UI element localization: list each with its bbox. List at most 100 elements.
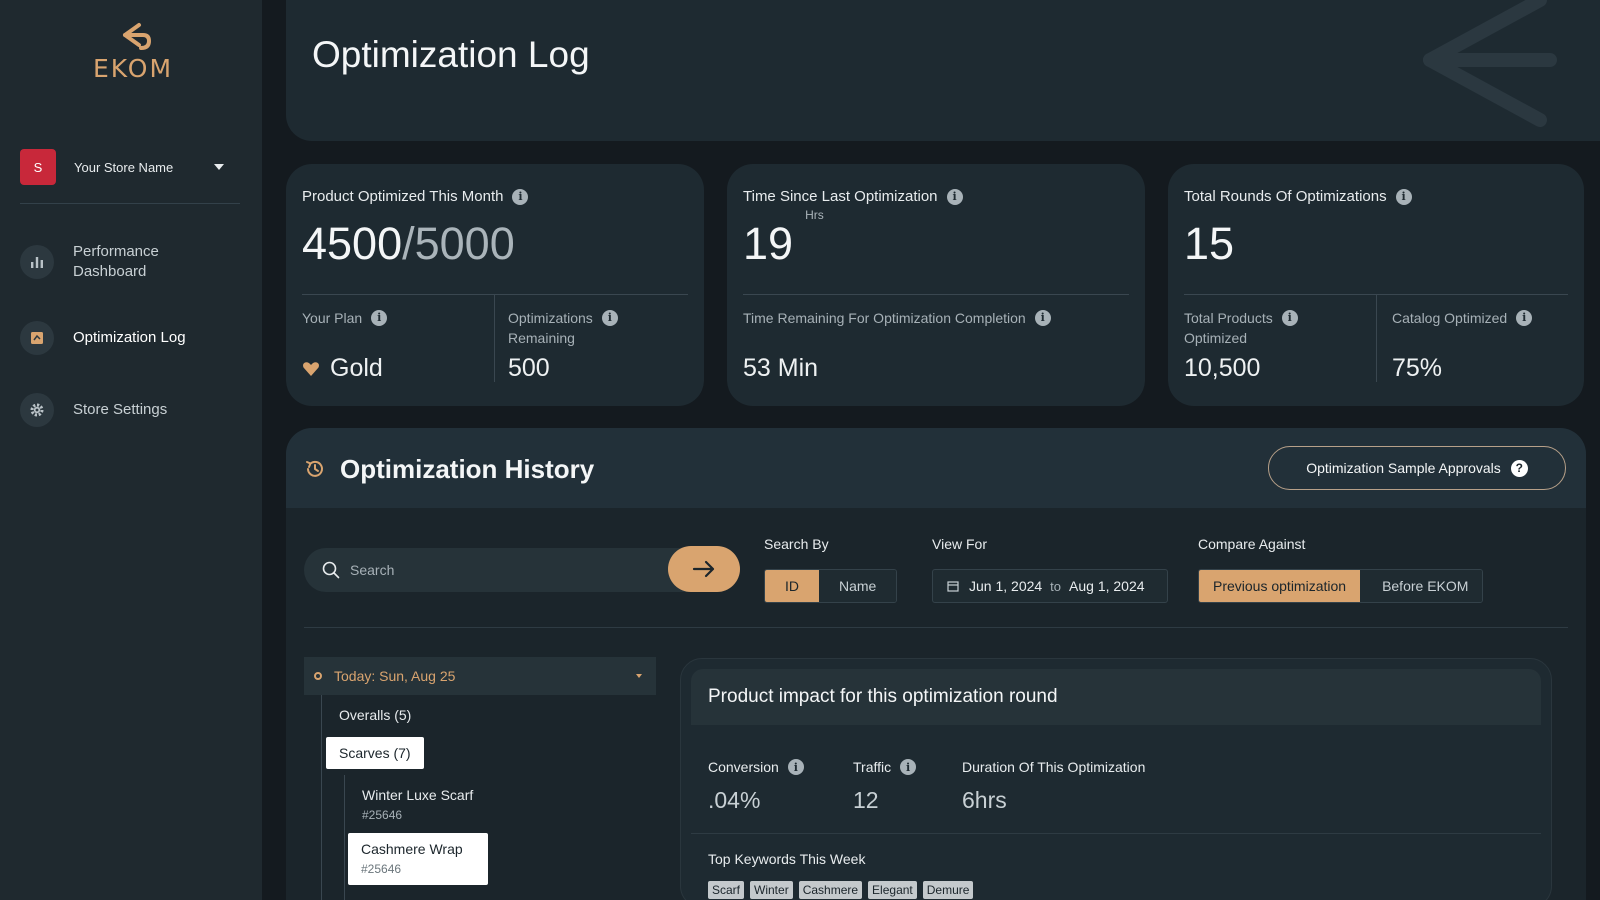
- circle-icon: [314, 672, 322, 680]
- sample-approvals-button[interactable]: Optimization Sample Approvals ?: [1268, 446, 1566, 490]
- compare-before-ekom-button[interactable]: Before EKOM: [1360, 570, 1483, 602]
- product-name: Winter Luxe Scarf: [362, 787, 474, 803]
- product-id: #25646: [362, 808, 403, 822]
- card-label: Time Since Last Optimization: [743, 188, 938, 205]
- sidebar: EKOM S Your Store Name Performance Dashb…: [0, 0, 262, 900]
- heart-icon: [303, 361, 319, 376]
- stat-card-time-since-last: Time Since Last Optimization i 19 Hrs Tim…: [727, 164, 1145, 406]
- search-by-label: Search By: [764, 536, 829, 552]
- calendar-icon: [947, 581, 959, 592]
- time-remaining-label: Time Remaining For Optimization Completi…: [743, 310, 1026, 326]
- sidebar-item-performance-dashboard[interactable]: Performance Dashboard: [20, 242, 240, 282]
- keyword-tag: Cashmere: [798, 881, 863, 899]
- page-header: Optimization Log: [286, 0, 1600, 141]
- value-main: 4500: [302, 218, 403, 269]
- duration-label: Duration Of This Optimization: [962, 759, 1146, 775]
- compare-previous-button[interactable]: Previous optimization: [1199, 570, 1361, 602]
- search-by-toggle: ID Name: [764, 569, 898, 603]
- gear-icon: [20, 393, 54, 427]
- store-selector[interactable]: S Your Store Name: [20, 149, 236, 185]
- history-header: Optimization History Optimization Sample…: [286, 428, 1586, 508]
- date-group-label: Today: Sun, Aug 25: [334, 668, 456, 684]
- watermark-logo-icon: [1423, 0, 1557, 127]
- sidebar-item-label: Dashboard: [73, 263, 147, 280]
- page-title: Optimization Log: [312, 34, 590, 75]
- chevron-down-icon: [636, 674, 642, 678]
- date-range-picker[interactable]: Jun 1, 2024 to Aug 1, 2024: [932, 569, 1168, 603]
- sidebar-item-optimization-log[interactable]: Optimization Log: [20, 321, 240, 355]
- value-main: 19: [743, 218, 794, 269]
- catalog-label: Catalog Optimized: [1392, 310, 1508, 326]
- info-icon[interactable]: i: [787, 759, 804, 775]
- compare-against-toggle: Previous optimization Before EKOM: [1198, 569, 1484, 603]
- help-icon: ?: [1510, 459, 1528, 477]
- date-to: Aug 1, 2024: [1069, 578, 1145, 594]
- info-icon[interactable]: i: [371, 310, 388, 326]
- info-icon[interactable]: i: [900, 759, 917, 775]
- value-total: /5000: [402, 218, 515, 269]
- date-to-word: to: [1050, 578, 1062, 594]
- sidebar-item-store-settings[interactable]: Store Settings: [20, 393, 240, 427]
- brand-logo[interactable]: EKOM: [88, 22, 178, 83]
- product-impact-card: Product impact for this optimization rou…: [680, 658, 1552, 900]
- card-divider-vertical: [1376, 294, 1377, 382]
- history-title: Optimization History: [340, 454, 595, 484]
- card-divider: [302, 294, 688, 295]
- traffic-value: 12: [853, 787, 879, 813]
- store-name: Your Store Name: [74, 159, 174, 175]
- keyword-tag: Demure: [922, 881, 974, 899]
- info-icon[interactable]: i: [1516, 310, 1533, 326]
- total-products-value: 10,500: [1184, 354, 1261, 382]
- date-from: Jun 1, 2024: [969, 578, 1043, 594]
- info-icon[interactable]: i: [512, 188, 529, 205]
- tree-item-product-selected[interactable]: Cashmere Wrap #25646: [348, 833, 488, 885]
- card-divider-vertical: [494, 294, 495, 382]
- search-icon: [322, 561, 340, 579]
- conversion-value: .04%: [708, 787, 761, 813]
- card-label: Product Optimized This Month: [302, 188, 504, 205]
- plan-name: Gold: [330, 354, 383, 382]
- value-unit: Hrs: [805, 208, 824, 222]
- search-submit-button[interactable]: [668, 546, 740, 592]
- product-name: Cashmere Wrap: [361, 841, 463, 857]
- bar-chart-icon: [20, 245, 54, 279]
- sidebar-item-label: Performance: [73, 243, 159, 260]
- traffic-label: Traffic: [853, 759, 892, 775]
- search-by-name-button[interactable]: Name: [819, 570, 897, 602]
- info-icon[interactable]: i: [1034, 310, 1051, 326]
- sidebar-item-label: Store Settings: [73, 401, 168, 418]
- button-label: Optimization Sample Approvals: [1306, 460, 1501, 476]
- stat-card-total-rounds: Total Rounds Of Optimizations i 15 Total…: [1168, 164, 1584, 406]
- keyword-tag: Scarf: [708, 881, 745, 899]
- log-icon: [20, 321, 54, 355]
- remaining-label: Remaining: [508, 330, 575, 346]
- info-icon[interactable]: i: [946, 188, 963, 205]
- product-id: #25646: [361, 862, 402, 876]
- total-products-label: Total Products: [1184, 310, 1273, 326]
- tree-connector: [321, 695, 322, 900]
- time-remaining-value: 53 Min: [743, 354, 819, 382]
- search-input[interactable]: [350, 562, 650, 578]
- brand-name: EKOM: [92, 54, 174, 83]
- impact-divider: [691, 833, 1541, 834]
- total-products-label: Optimized: [1184, 330, 1248, 346]
- filter-divider: [304, 627, 1568, 628]
- impact-title: Product impact for this optimization rou…: [691, 669, 1541, 725]
- tree-item-product[interactable]: Winter Luxe Scarf #25646: [362, 785, 473, 825]
- info-icon[interactable]: i: [601, 310, 618, 326]
- keyword-tags: Scarf Winter Cashmere Elegant Demure: [708, 881, 974, 899]
- duration-value: 6hrs: [962, 787, 1007, 813]
- info-icon[interactable]: i: [1395, 188, 1412, 205]
- tree-item-overalls[interactable]: Overalls (5): [339, 707, 411, 723]
- info-icon[interactable]: i: [1281, 310, 1298, 326]
- remaining-value: 500: [508, 354, 550, 382]
- tree-connector: [344, 775, 345, 900]
- optimization-history-panel: Optimization History Optimization Sample…: [286, 428, 1586, 900]
- arrow-right-icon: [692, 560, 715, 578]
- ekom-logo-icon: [123, 23, 152, 50]
- card-label: Total Rounds Of Optimizations: [1184, 188, 1387, 205]
- search-by-id-button[interactable]: ID: [765, 570, 819, 602]
- search-box[interactable]: [304, 548, 724, 592]
- tree-item-scarves[interactable]: Scarves (7): [326, 737, 424, 769]
- date-group-header[interactable]: Today: Sun, Aug 25: [304, 657, 656, 695]
